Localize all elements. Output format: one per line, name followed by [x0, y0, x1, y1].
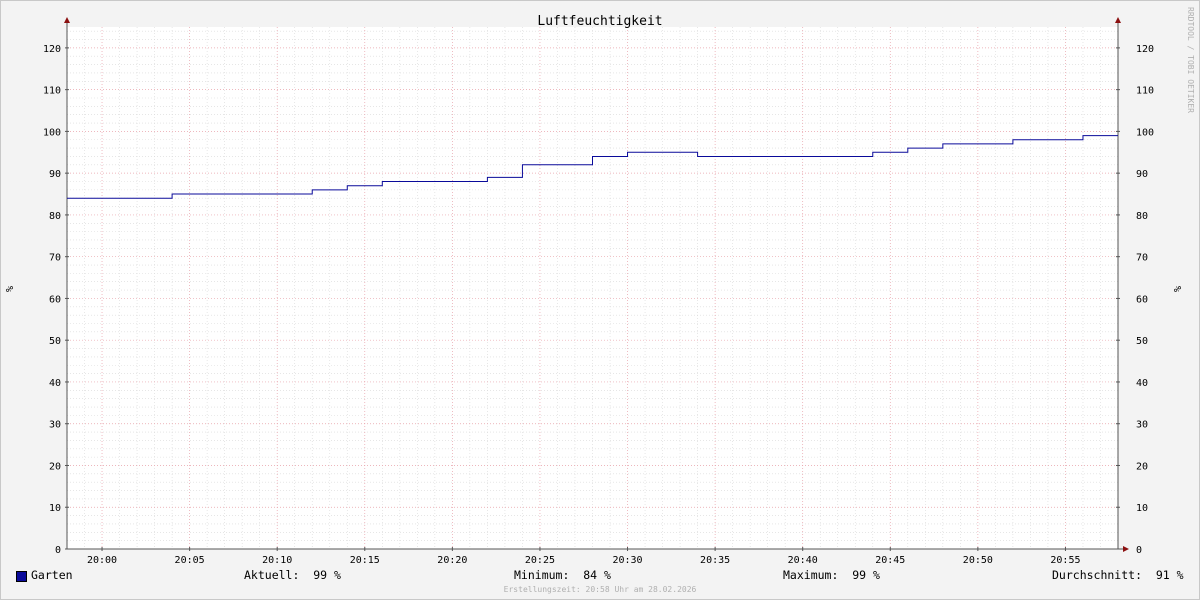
legend-minimum: Minimum: 84 % — [514, 568, 611, 582]
y-tick-label-right: 10 — [1136, 503, 1148, 514]
y-tick-label-left: 100 — [43, 127, 61, 138]
y-tick-label-right: 20 — [1136, 461, 1148, 472]
x-tick-label: 20:25 — [525, 555, 555, 566]
y-tick-label-right: 60 — [1136, 294, 1148, 305]
x-tick-label: 20:40 — [788, 555, 818, 566]
x-tick-label: 20:15 — [350, 555, 380, 566]
legend-aktuell: Aktuell: 99 % — [244, 568, 341, 582]
x-tick-label: 20:10 — [262, 555, 292, 566]
y-tick-label-right: 0 — [1136, 545, 1142, 556]
y-tick-label-left: 20 — [49, 461, 61, 472]
y-axis-right-ticks: 0 10 20 30 40 50 60 70 80 90 100 110 120 — [1116, 44, 1154, 556]
x-tick-label: 20:05 — [175, 555, 205, 566]
x-tick-label: 20:30 — [612, 555, 642, 566]
y-tick-label-right: 80 — [1136, 211, 1148, 222]
chart-title: Luftfeuchtigkeit — [537, 14, 662, 29]
y-tick-label-left: 90 — [49, 169, 61, 180]
y-tick-label-left: 40 — [49, 378, 61, 389]
x-axis-arrow — [1123, 546, 1129, 552]
legend-durchschnitt: Durchschnitt: 91 % — [1052, 568, 1184, 582]
y-axis-left-arrow — [64, 17, 70, 23]
y-tick-label-right: 100 — [1136, 127, 1154, 138]
watermark: RRDTOOL / TOBI OETIKER — [1186, 7, 1195, 113]
x-tick-label: 20:35 — [700, 555, 730, 566]
y-tick-label-left: 0 — [55, 545, 61, 556]
x-tick-label: 20:45 — [875, 555, 905, 566]
y-tick-label-left: 50 — [49, 336, 61, 347]
legend-maximum: Maximum: 99 % — [783, 568, 880, 582]
x-axis-ticks: 20:00 20:05 20:10 20:15 20:20 20:25 20:30 20:35… — [87, 547, 1081, 566]
y-tick-label-right: 120 — [1136, 44, 1154, 55]
chart-window: 0 10 20 30 40 50 60 70 80 90 100 110 120 0 10 20 30 40 50… — [0, 0, 1200, 600]
y-axis-right-arrow — [1115, 17, 1121, 23]
y-tick-label-left: 10 — [49, 503, 61, 514]
y-axis-left-ticks: 0 10 20 30 40 50 60 70 80 90 100 110 120 — [43, 44, 69, 556]
x-tick-label: 20:20 — [437, 555, 467, 566]
legend-swatch-garten — [16, 571, 27, 582]
y-tick-label-left: 30 — [49, 420, 61, 431]
x-tick-label: 20:55 — [1050, 555, 1080, 566]
x-tick-label: 20:00 — [87, 555, 117, 566]
y-tick-label-right: 110 — [1136, 86, 1154, 97]
legend: Garten Aktuell: 99 % Minimum: 84 % Maxim… — [1, 567, 1199, 585]
legend-series-name: Garten — [31, 568, 73, 582]
y-axis-label-left: % — [5, 286, 16, 292]
y-axis-label-right: % — [1173, 286, 1184, 292]
y-tick-label-left: 60 — [49, 294, 61, 305]
y-tick-label-right: 90 — [1136, 169, 1148, 180]
y-tick-label-left: 80 — [49, 211, 61, 222]
x-tick-label: 20:50 — [963, 555, 993, 566]
humidity-chart: 0 10 20 30 40 50 60 70 80 90 100 110 120 0 10 20 30 40 50… — [5, 14, 1184, 566]
creation-time-footer: Erstellungszeit: 20:58 Uhr am 28.02.2026 — [503, 585, 697, 594]
y-tick-label-right: 70 — [1136, 253, 1148, 264]
y-tick-label-left: 110 — [43, 86, 61, 97]
y-tick-label-right: 50 — [1136, 336, 1148, 347]
y-tick-label-left: 120 — [43, 44, 61, 55]
y-tick-label-right: 30 — [1136, 420, 1148, 431]
y-tick-label-right: 40 — [1136, 378, 1148, 389]
y-tick-label-left: 70 — [49, 253, 61, 264]
